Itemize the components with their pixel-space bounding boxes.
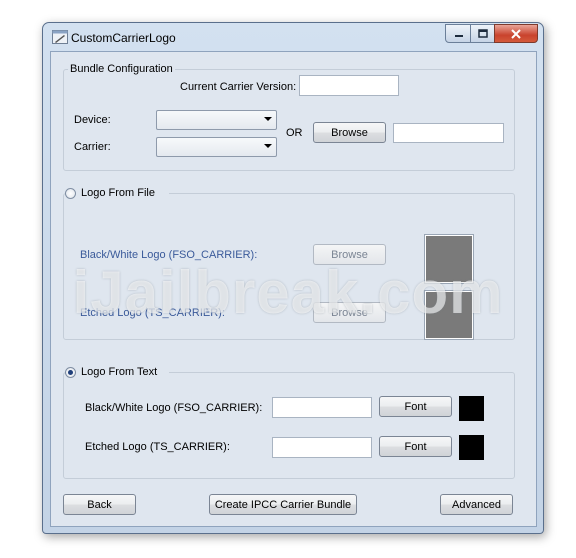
bundle-browse-button[interactable]: Browse [313, 122, 386, 143]
title-bar[interactable]: CustomCarrierLogo [43, 23, 543, 51]
device-label: Device: [74, 114, 111, 126]
close-icon [511, 28, 521, 39]
create-ipcc-bundle-button[interactable]: Create IPCC Carrier Bundle [209, 494, 357, 515]
text-bw-logo-label: Black/White Logo (FSO_CARRIER): [85, 402, 263, 414]
current-carrier-version-label: Current Carrier Version: [180, 81, 297, 93]
bw-color-swatch[interactable] [459, 396, 484, 421]
device-dropdown[interactable] [156, 110, 277, 130]
logo-from-file-legend: Logo From File [65, 187, 169, 201]
bw-font-button[interactable]: Font [379, 396, 452, 417]
app-icon [52, 30, 68, 44]
logo-from-text-legend: Logo From Text [65, 366, 169, 380]
bw-logo-text-input[interactable] [272, 397, 372, 418]
etched-logo-text-input[interactable] [272, 437, 372, 458]
or-label: OR [286, 127, 303, 139]
logo-from-text-radio[interactable] [65, 367, 76, 378]
logo-from-file-label[interactable]: Logo From File [81, 187, 155, 199]
carrier-dropdown[interactable] [156, 137, 277, 157]
etched-font-button[interactable]: Font [379, 436, 452, 457]
window-title: CustomCarrierLogo [71, 31, 176, 45]
logo-from-text-label[interactable]: Logo From Text [81, 366, 157, 378]
close-button[interactable] [494, 24, 538, 43]
bundle-configuration-legend: Bundle Configuration [68, 63, 175, 75]
minimize-icon [454, 34, 463, 37]
maximize-icon [478, 29, 488, 38]
text-etched-logo-label: Etched Logo (TS_CARRIER): [85, 441, 230, 453]
carrier-label: Carrier: [74, 141, 111, 153]
advanced-button[interactable]: Advanced [440, 494, 513, 515]
back-button[interactable]: Back [63, 494, 136, 515]
current-carrier-version-input[interactable] [299, 75, 399, 96]
minimize-button[interactable] [445, 24, 472, 43]
maximize-button[interactable] [470, 24, 496, 43]
chevron-down-icon [264, 117, 272, 121]
logo-from-text-group [63, 372, 515, 479]
watermark-text: iJailbreak.com [72, 259, 504, 326]
etched-color-swatch[interactable] [459, 435, 484, 460]
bundle-path-input[interactable] [393, 123, 504, 143]
chevron-down-icon [264, 144, 272, 148]
logo-from-file-radio[interactable] [65, 188, 76, 199]
